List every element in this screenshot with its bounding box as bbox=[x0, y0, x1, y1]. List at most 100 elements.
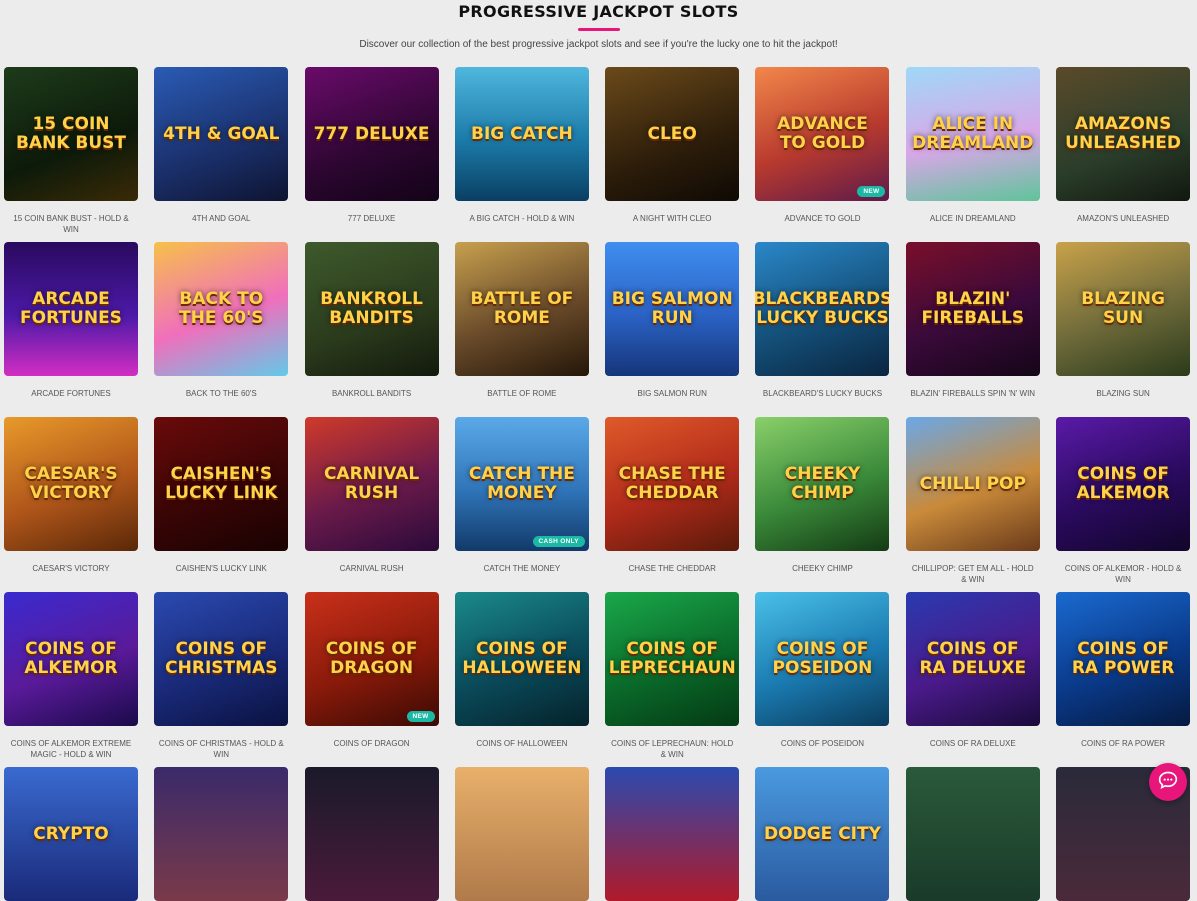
game-card[interactable] bbox=[454, 767, 589, 901]
game-card[interactable]: CRYPTO bbox=[4, 767, 138, 901]
game-title[interactable]: COINS OF POSEIDON bbox=[755, 739, 889, 750]
game-card[interactable] bbox=[605, 767, 740, 901]
game-card[interactable]: BLACKBEARDS LUCKY BUCKS BLACKBEARD'S LUCK… bbox=[755, 242, 890, 417]
game-title[interactable]: AMAZON'S UNLEASHED bbox=[1056, 214, 1190, 225]
game-thumbnail[interactable]: CATCH THE MONEY CASH ONLY bbox=[454, 417, 589, 551]
game-thumbnail[interactable]: CAISHEN'S LUCKY LINK bbox=[154, 417, 289, 551]
game-thumbnail[interactable] bbox=[454, 767, 589, 901]
game-title[interactable]: BACK TO THE 60'S bbox=[154, 389, 288, 400]
game-thumbnail[interactable]: BLAZIN' FIREBALLS bbox=[905, 242, 1040, 376]
game-thumbnail[interactable]: 4TH & GOAL bbox=[154, 67, 289, 201]
game-thumbnail[interactable]: ARCADE FORTUNES bbox=[4, 242, 138, 376]
game-card[interactable] bbox=[304, 767, 439, 901]
game-title[interactable]: COINS OF LEPRECHAUN: HOLD & WIN bbox=[605, 739, 739, 760]
game-thumbnail[interactable] bbox=[154, 767, 289, 901]
game-thumbnail[interactable]: COINS OF HALLOWEEN bbox=[454, 592, 589, 726]
game-thumbnail[interactable]: CHASE THE CHEDDAR bbox=[605, 417, 740, 551]
game-title[interactable]: BLAZING SUN bbox=[1056, 389, 1190, 400]
game-title[interactable]: BLAZIN' FIREBALLS SPIN 'N' WIN bbox=[906, 389, 1040, 400]
game-card[interactable]: BANKROLL BANDITS BANKROLL BANDITS bbox=[304, 242, 439, 417]
game-thumbnail[interactable]: CAESAR'S VICTORY bbox=[4, 417, 138, 551]
game-thumbnail[interactable]: COINS OF CHRISTMAS bbox=[154, 592, 289, 726]
game-title[interactable]: CHASE THE CHEDDAR bbox=[605, 564, 739, 575]
game-thumbnail[interactable]: COINS OF POSEIDON bbox=[755, 592, 890, 726]
game-card[interactable]: ARCADE FORTUNES ARCADE FORTUNES bbox=[4, 242, 138, 417]
game-card[interactable]: 4TH & GOAL 4TH AND GOAL bbox=[154, 67, 289, 242]
game-title[interactable]: COINS OF HALLOWEEN bbox=[455, 739, 589, 750]
game-card[interactable]: COINS OF RA POWER COINS OF RA POWER bbox=[1056, 592, 1191, 767]
game-thumbnail[interactable]: BIG SALMON RUN bbox=[605, 242, 740, 376]
game-card[interactable]: ADVANCE TO GOLD NEW ADVANCE TO GOLD bbox=[755, 67, 890, 242]
game-thumbnail[interactable] bbox=[605, 767, 740, 901]
game-thumbnail[interactable]: AMAZONS UNLEASHED bbox=[1056, 67, 1191, 201]
game-title[interactable]: 15 COIN BANK BUST - HOLD & WIN bbox=[4, 214, 138, 235]
game-title[interactable]: ADVANCE TO GOLD bbox=[755, 214, 889, 225]
game-card[interactable]: Alice in Dreamland ALICE IN DREAMLAND bbox=[905, 67, 1040, 242]
game-thumbnail[interactable]: CLEO bbox=[605, 67, 740, 201]
game-title[interactable]: A NIGHT WITH CLEO bbox=[605, 214, 739, 225]
game-card[interactable]: BIG CATCH A BIG CATCH - HOLD & WIN bbox=[454, 67, 589, 242]
game-card[interactable]: BIG SALMON RUN BIG SALMON RUN bbox=[605, 242, 740, 417]
game-title[interactable]: ALICE IN DREAMLAND bbox=[906, 214, 1040, 225]
game-thumbnail[interactable]: BACK TO THE 60'S bbox=[154, 242, 289, 376]
game-card[interactable]: CARNIVAL RUSH CARNIVAL RUSH bbox=[304, 417, 439, 592]
game-thumbnail[interactable]: BANKROLL BANDITS bbox=[304, 242, 439, 376]
game-title[interactable]: COINS OF RA POWER bbox=[1056, 739, 1190, 750]
game-thumbnail[interactable]: 777 DELUXE bbox=[304, 67, 439, 201]
game-card[interactable]: COINS OF DRAGON NEW COINS OF DRAGON bbox=[304, 592, 439, 767]
game-card[interactable]: CAISHEN'S LUCKY LINK CAISHEN'S LUCKY LINK bbox=[154, 417, 289, 592]
game-card[interactable]: COINS OF LEPRECHAUN COINS OF LEPRECHAUN: … bbox=[605, 592, 740, 767]
game-card[interactable]: AMAZONS UNLEASHED AMAZON'S UNLEASHED bbox=[1056, 67, 1191, 242]
game-card[interactable]: COINS OF POSEIDON COINS OF POSEIDON bbox=[755, 592, 890, 767]
game-thumbnail[interactable]: CHEEKY CHIMP bbox=[755, 417, 890, 551]
game-thumbnail[interactable]: COINS OF DRAGON NEW bbox=[304, 592, 439, 726]
game-card[interactable]: BACK TO THE 60'S BACK TO THE 60'S bbox=[154, 242, 289, 417]
game-title[interactable]: COINS OF DRAGON bbox=[305, 739, 439, 750]
game-title[interactable]: A BIG CATCH - HOLD & WIN bbox=[455, 214, 589, 225]
game-card[interactable]: CHASE THE CHEDDAR CHASE THE CHEDDAR bbox=[605, 417, 740, 592]
game-thumbnail[interactable]: COINS OF ALKEMOR bbox=[1056, 417, 1191, 551]
game-title[interactable]: CAISHEN'S LUCKY LINK bbox=[154, 564, 288, 575]
game-card[interactable]: COINS OF CHRISTMAS COINS OF CHRISTMAS - H… bbox=[154, 592, 289, 767]
game-title[interactable]: COINS OF ALKEMOR - HOLD & WIN bbox=[1056, 564, 1190, 585]
game-thumbnail[interactable]: COINS OF RA POWER bbox=[1056, 592, 1191, 726]
game-thumbnail[interactable]: Alice in Dreamland bbox=[905, 67, 1040, 201]
game-title[interactable]: BLACKBEARD'S LUCKY BUCKS bbox=[755, 389, 889, 400]
game-thumbnail[interactable]: BLAZING SUN bbox=[1056, 242, 1191, 376]
game-card[interactable]: CHILLI POP CHILLIPOP: GET EM ALL - HOLD &… bbox=[905, 417, 1040, 592]
game-card[interactable]: CLEO A NIGHT WITH CLEO bbox=[605, 67, 740, 242]
game-card[interactable] bbox=[154, 767, 289, 901]
game-title[interactable]: COINS OF ALKEMOR EXTREME MAGIC - HOLD & … bbox=[4, 739, 138, 760]
game-title[interactable]: CARNIVAL RUSH bbox=[305, 564, 439, 575]
game-card[interactable] bbox=[905, 767, 1040, 901]
game-card[interactable]: BATTLE OF ROME BATTLE OF ROME bbox=[454, 242, 589, 417]
game-title[interactable]: 777 DELUXE bbox=[305, 214, 439, 225]
game-title[interactable]: BATTLE OF ROME bbox=[455, 389, 589, 400]
game-title[interactable]: BIG SALMON RUN bbox=[605, 389, 739, 400]
game-title[interactable]: CAESAR'S VICTORY bbox=[4, 564, 138, 575]
game-card[interactable]: COINS OF RA DELUXE COINS OF RA DELUXE bbox=[905, 592, 1040, 767]
game-thumbnail[interactable]: 15 COIN BANK BUST bbox=[4, 67, 138, 201]
game-title[interactable]: CHEEKY CHIMP bbox=[755, 564, 889, 575]
game-thumbnail[interactable]: BIG CATCH bbox=[454, 67, 589, 201]
game-title[interactable]: 4TH AND GOAL bbox=[154, 214, 288, 225]
game-card[interactable]: CHEEKY CHIMP CHEEKY CHIMP bbox=[755, 417, 890, 592]
game-card[interactable]: DODGE CITY bbox=[755, 767, 890, 901]
game-title[interactable]: CATCH THE MONEY bbox=[455, 564, 589, 575]
game-card[interactable]: BLAZIN' FIREBALLS BLAZIN' FIREBALLS SPIN … bbox=[905, 242, 1040, 417]
game-thumbnail[interactable]: COINS OF ALKEMOR bbox=[4, 592, 138, 726]
game-title[interactable]: ARCADE FORTUNES bbox=[4, 389, 138, 400]
game-thumbnail[interactable]: CHILLI POP bbox=[905, 417, 1040, 551]
game-card[interactable]: COINS OF ALKEMOR COINS OF ALKEMOR - HOLD … bbox=[1056, 417, 1191, 592]
game-card[interactable]: 777 DELUXE 777 DELUXE bbox=[304, 67, 439, 242]
game-thumbnail[interactable] bbox=[905, 767, 1040, 901]
game-thumbnail[interactable]: CARNIVAL RUSH bbox=[304, 417, 439, 551]
game-card[interactable]: CATCH THE MONEY CASH ONLY CATCH THE MONEY bbox=[454, 417, 589, 592]
game-thumbnail[interactable]: COINS OF LEPRECHAUN bbox=[605, 592, 740, 726]
game-thumbnail[interactable]: BLACKBEARDS LUCKY BUCKS bbox=[755, 242, 890, 376]
game-thumbnail[interactable] bbox=[304, 767, 439, 901]
game-title[interactable]: COINS OF RA DELUXE bbox=[906, 739, 1040, 750]
game-card[interactable]: BLAZING SUN BLAZING SUN bbox=[1056, 242, 1191, 417]
game-thumbnail[interactable]: CRYPTO bbox=[4, 767, 138, 901]
game-thumbnail[interactable]: ADVANCE TO GOLD NEW bbox=[755, 67, 890, 201]
